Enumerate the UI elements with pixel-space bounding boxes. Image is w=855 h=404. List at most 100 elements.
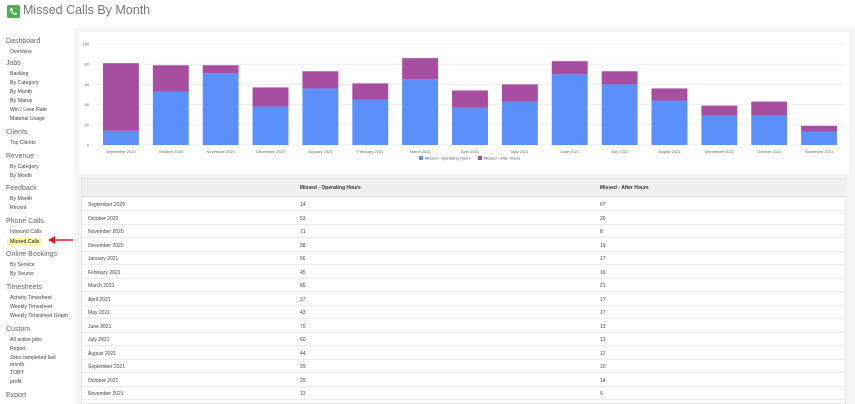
- table-cell-operating: 60: [300, 337, 306, 343]
- sidebar-item-top-clients[interactable]: Top Clients: [10, 140, 36, 146]
- table-cell-after: 10: [600, 364, 606, 370]
- sidebar-item-win-lose-rate[interactable]: Win / Lose Rate: [10, 107, 47, 113]
- sidebar-item-by-category[interactable]: By Category: [10, 80, 39, 86]
- y-tick-label: 80: [85, 62, 90, 67]
- sidebar-item-profit[interactable]: profit: [10, 379, 22, 385]
- bar-after-hours: [152, 65, 189, 92]
- x-tick-label: August 2021: [658, 149, 681, 154]
- x-tick-label: December 2020: [256, 149, 285, 154]
- table-cell-after: 13: [600, 337, 606, 343]
- table-cell-operating: 13: [300, 391, 306, 397]
- sidebar-item-by-month[interactable]: By Month: [10, 89, 32, 95]
- table-cell-after: 67: [600, 202, 606, 208]
- bar-operating-hours: [551, 74, 588, 145]
- y-tick-label: 100: [82, 42, 89, 47]
- x-tick-label: September 2020: [106, 149, 136, 154]
- table-cell-after: 13: [600, 323, 606, 330]
- legend-swatch: [478, 156, 482, 160]
- bar-after-hours: [452, 90, 488, 108]
- bar-after-hours: [651, 88, 688, 101]
- x-tick-label: March 2021: [410, 149, 432, 154]
- table-row: March 2021 65 21: [82, 279, 847, 293]
- table-cell-month: May 2021: [88, 310, 110, 316]
- table-row: February 2021 45 16: [82, 266, 847, 279]
- sidebar-section-revenue[interactable]: Revenue: [6, 153, 34, 160]
- x-tick-label: September 2021: [705, 149, 735, 154]
- y-tick-label: 20: [85, 122, 90, 127]
- x-tick-label: April 2021: [461, 149, 480, 154]
- sidebar-item-missed-calls[interactable]: Missed Calls: [7, 238, 43, 246]
- sidebar-item-weekly-timesheet-graph[interactable]: Weekly Timesheet Graph: [10, 313, 68, 319]
- table-cell-month: November 2020: [88, 229, 124, 235]
- table-row: December 2020 38 19: [82, 239, 847, 252]
- bar-after-hours: [102, 63, 139, 131]
- bar-operating-hours: [252, 106, 289, 145]
- sidebar-item-by-service[interactable]: By Service: [10, 262, 35, 268]
- table-cell-month: April 2021: [88, 296, 111, 303]
- sidebar-item-backlog[interactable]: Backlog: [10, 71, 28, 77]
- sidebar-item-material-usage[interactable]: Material Usage: [10, 116, 45, 122]
- table-row: October 2021 29 14: [82, 374, 847, 387]
- sidebar-item-by-month[interactable]: By Month: [10, 173, 32, 179]
- table-cell-after: 26: [600, 215, 606, 222]
- sidebar-item-by-status[interactable]: By Status: [10, 98, 32, 104]
- table-cell-month: June 2021: [88, 323, 112, 330]
- sidebar-section-online-bookings[interactable]: Online Bookings: [6, 251, 57, 258]
- table-cell-after: 17: [600, 310, 606, 316]
- sidebar-item-jobs-completed-last-month[interactable]: Jobs completed last month: [10, 355, 62, 369]
- sidebar-item-weekly-timesheet[interactable]: Weekly Timesheet: [10, 304, 52, 310]
- bar-after-hours: [302, 71, 339, 89]
- legend-swatch: [419, 156, 423, 160]
- table-cell-month: July 2021: [88, 337, 110, 343]
- table-header-operating-hours: Missed - Operating Hours: [300, 185, 361, 191]
- table-row: September 2020 14 67: [82, 198, 847, 212]
- chart-svg: 0 20 40 60 80 100 September 2020 October 2020 No…: [82, 42, 844, 161]
- table-cell-after: 8: [600, 229, 603, 235]
- sidebar-item-toby[interactable]: TOBY: [10, 370, 24, 376]
- x-tick-label: May 2021: [511, 149, 529, 154]
- sidebar-section-export[interactable]: Export: [6, 392, 26, 399]
- table-cell-month: August 2021: [88, 350, 117, 357]
- sidebar-section-phone-calls[interactable]: Phone Calls: [6, 218, 44, 225]
- sidebar-item-activity-timesheet[interactable]: Activity Timesheet: [10, 295, 52, 301]
- sidebar-item-by-category[interactable]: By Category: [10, 164, 39, 170]
- sidebar-item-all-active-jobs[interactable]: All active jobs: [10, 337, 42, 343]
- bar-after-hours: [701, 105, 738, 116]
- sidebar-section-feedback[interactable]: Feedback: [6, 185, 37, 192]
- bar-operating-hours: [601, 84, 638, 145]
- table-cell-after: 6: [600, 391, 603, 397]
- red-arrow-icon: [48, 236, 73, 244]
- table-header: Missed - Operating Hours Missed - After …: [82, 179, 847, 197]
- x-tick-label: October 2020: [159, 149, 184, 154]
- sidebar-section-clients[interactable]: Clients: [6, 129, 27, 136]
- bar-after-hours: [501, 84, 538, 102]
- table-cell-operating: 37: [300, 296, 306, 303]
- legend-label: Missed - After Hours: [484, 156, 520, 161]
- sidebar-item-overview[interactable]: Overview: [10, 49, 32, 55]
- bar-after-hours: [202, 65, 239, 74]
- sidebar-item-by-month[interactable]: By Month: [10, 196, 32, 202]
- bar-operating-hours: [352, 99, 389, 145]
- sidebar-section-dashboard[interactable]: Dashboard: [6, 38, 40, 45]
- page-header: Missed Calls By Month: [0, 0, 855, 28]
- table-cell-operating: 56: [300, 256, 306, 262]
- phone-chart-icon: [7, 5, 20, 18]
- sidebar-item-report[interactable]: Report: [10, 346, 26, 352]
- table-cell-month: March 2021: [88, 283, 115, 289]
- sidebar-section-custom[interactable]: Custom: [6, 326, 30, 333]
- table-cell-operating: 65: [300, 283, 306, 289]
- sidebar-item-by-source[interactable]: By Source: [10, 271, 34, 277]
- table-row: November 2021 13 6: [82, 387, 847, 401]
- table-cell-after: 19: [600, 242, 606, 249]
- sidebar-section-timesheets[interactable]: Timesheets: [6, 284, 42, 291]
- y-tick-label: 60: [85, 82, 90, 87]
- table-cell-operating: 43: [300, 310, 306, 316]
- sidebar-item-recent[interactable]: Recent: [10, 205, 26, 211]
- missed-calls-chart: 0 20 40 60 80 100 September 2020 October 2020 No…: [79, 32, 849, 174]
- page-title: Missed Calls By Month: [23, 3, 151, 17]
- sidebar-item-inbound-calls[interactable]: Inbound Calls: [10, 229, 42, 235]
- sidebar-section-jobs[interactable]: Jobs: [6, 60, 21, 67]
- bar-after-hours: [551, 61, 588, 75]
- table-cell-operating: 14: [300, 202, 306, 208]
- table-row: May 2021 43 17: [82, 306, 847, 320]
